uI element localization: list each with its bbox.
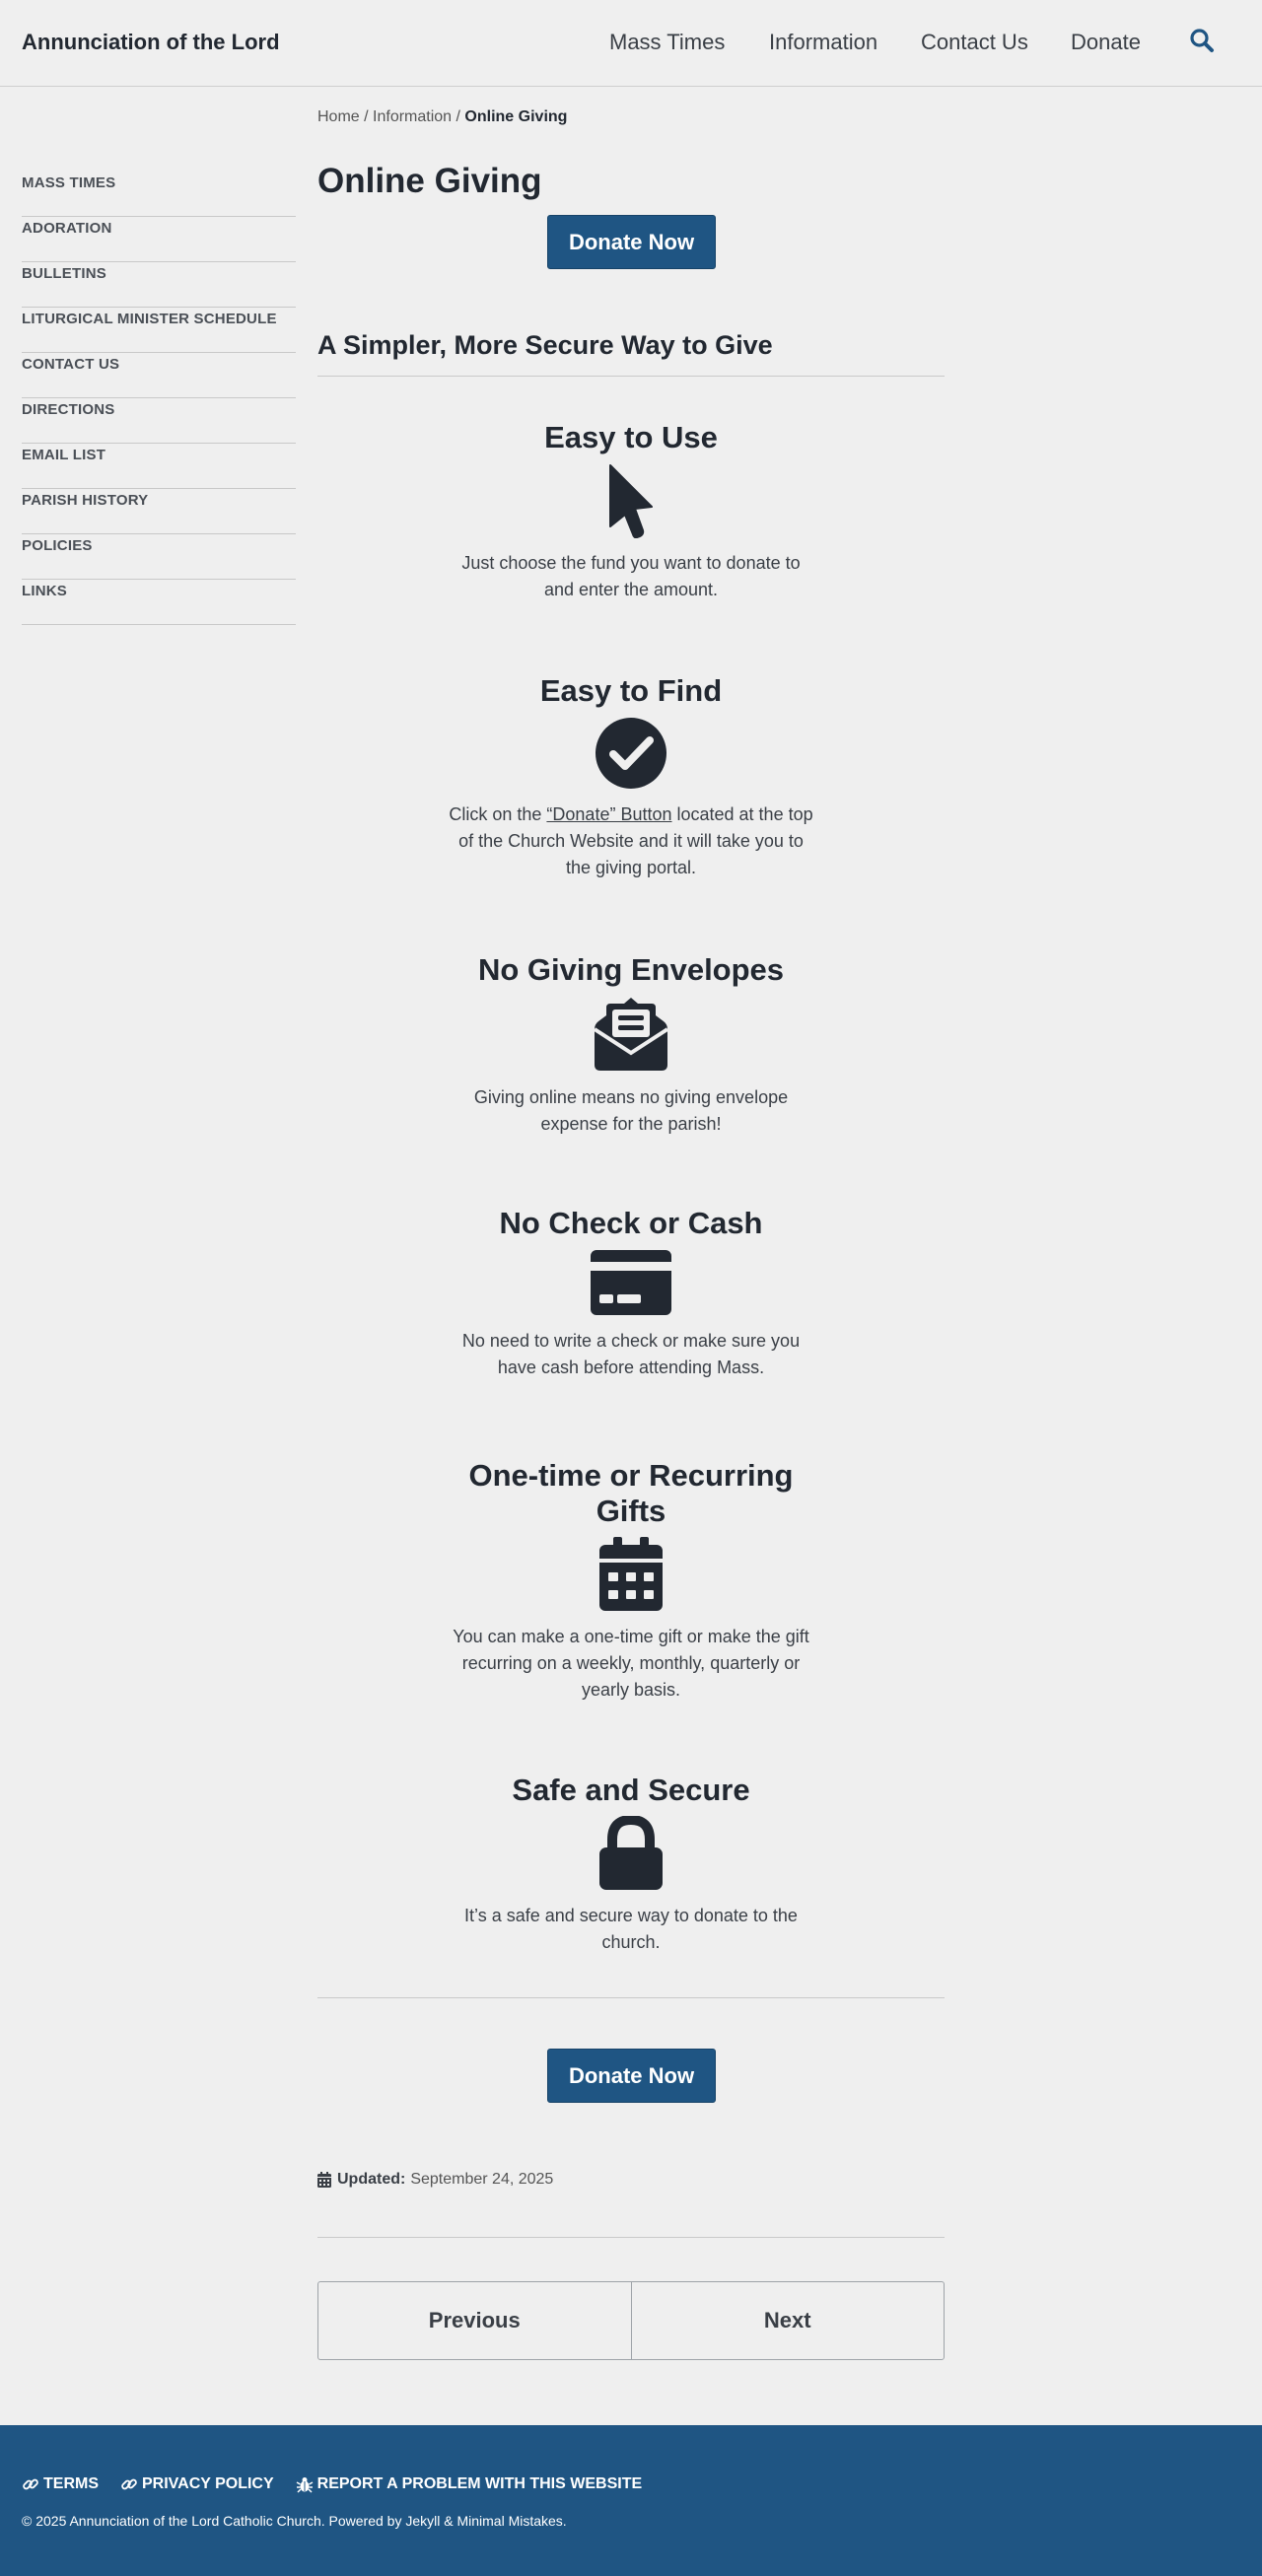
sidebar-item-liturgical-minister-schedule[interactable]: LITURGICAL MINISTER SCHEDULE — [22, 308, 296, 353]
donate-now-button[interactable]: Donate Now — [547, 2049, 716, 2103]
pointer-icon — [609, 464, 653, 538]
feature-easy-to-use: Easy to Use Just choose the fund you wan… — [317, 420, 945, 603]
sidebar-item-label: POLICIES — [22, 537, 93, 554]
feature-no-check-or-cash: No Check or Cash No need to write a chec… — [317, 1206, 945, 1381]
feature-title: Easy to Find — [539, 673, 723, 708]
copyright: © 2025 Annunciation of the Lord Catholic… — [22, 2513, 567, 2529]
feature-text: Click on the “Donate” Button located at … — [449, 801, 813, 881]
calendar-icon — [317, 2172, 331, 2188]
sidebar-nav: MASS TIMES ADORATION BULLETINS LITURGICA… — [22, 172, 296, 625]
page-title: Online Giving — [317, 162, 542, 200]
credit-card-icon — [591, 1250, 671, 1315]
masthead: Annunciation of the Lord Mass Times Info… — [0, 0, 1262, 87]
footer-links: TERMS PRIVACY POLICY REPORT A PROBLEM WI… — [22, 2475, 664, 2493]
nav-item-contact-us[interactable]: Contact Us — [921, 30, 1028, 55]
feature-title: No Giving Envelopes — [477, 952, 785, 987]
footer-link-label: REPORT A PROBLEM WITH THIS WEBSITE — [316, 2475, 643, 2492]
feature-one-time-or-recurring: One-time or Recurring Gifts You can make… — [317, 1458, 945, 1704]
updated-label: Updated: — [337, 2171, 406, 2188]
search-button[interactable] — [1189, 28, 1215, 53]
sidebar-item-label: LITURGICAL MINISTER SCHEDULE — [22, 311, 277, 327]
feature-title: No Check or Cash — [499, 1206, 763, 1240]
section-subtitle: A Simpler, More Secure Way to Give — [317, 330, 773, 360]
donate-now-button[interactable]: Donate Now — [547, 215, 716, 269]
updated-date: September 24, 2025 — [410, 2171, 554, 2188]
feature-text: Just choose the fund you want to donate … — [461, 553, 801, 599]
feature-title: Safe and Secure — [512, 1773, 750, 1807]
feature-text: It’s a safe and secure way to donate to … — [464, 1906, 798, 1952]
envelope-open-icon — [593, 998, 669, 1071]
breadcrumb-separator: / — [452, 108, 465, 125]
lock-icon — [599, 1816, 663, 1890]
nav-item-mass-times[interactable]: Mass Times — [609, 30, 725, 55]
sidebar-item-links[interactable]: LINKS — [22, 580, 296, 625]
link-icon — [23, 2478, 38, 2490]
breadcrumb-home[interactable]: Home — [317, 108, 360, 125]
sidebar-item-label: MASS TIMES — [22, 174, 116, 191]
footer-link-label: TERMS — [43, 2475, 99, 2492]
footer-link-report-problem[interactable]: REPORT A PROBLEM WITH THIS WEBSITE — [296, 2475, 642, 2493]
donate-button-link[interactable]: “Donate” Button — [546, 804, 671, 824]
search-icon — [1190, 29, 1214, 52]
sidebar-item-label: DIRECTIONS — [22, 401, 115, 418]
updated-info: Updated: September 24, 2025 — [317, 2171, 553, 2189]
breadcrumb-information[interactable]: Information — [373, 108, 452, 125]
feature-no-giving-envelopes: No Giving Envelopes Giving online means … — [317, 952, 945, 1138]
breadcrumb-separator: / — [359, 108, 374, 125]
feature-title: One-time or Recurring Gifts — [468, 1458, 794, 1528]
divider — [317, 1997, 945, 1998]
breadcrumb: Home / Information / Online Giving — [317, 108, 567, 126]
nav-item-donate[interactable]: Donate — [1071, 30, 1141, 55]
sidebar-item-contact-us[interactable]: CONTACT US — [22, 353, 296, 398]
pagination: Previous Next — [317, 2281, 945, 2360]
next-button[interactable]: Next — [630, 2282, 945, 2359]
feature-text-part: Click on the — [449, 804, 547, 824]
sidebar-item-email-list[interactable]: EMAIL LIST — [22, 444, 296, 489]
sidebar-item-parish-history[interactable]: PARISH HISTORY — [22, 489, 296, 534]
feature-title: Easy to Use — [544, 420, 718, 454]
sidebar-item-directions[interactable]: DIRECTIONS — [22, 398, 296, 444]
sidebar-item-policies[interactable]: POLICIES — [22, 534, 296, 580]
nav-item-information[interactable]: Information — [769, 30, 877, 55]
footer-link-privacy-policy[interactable]: PRIVACY POLICY — [120, 2475, 274, 2493]
footer-link-label: PRIVACY POLICY — [142, 2475, 274, 2492]
breadcrumb-current: Online Giving — [464, 108, 568, 125]
footer-link-terms[interactable]: TERMS — [22, 2475, 99, 2493]
top-nav: Mass Times Information Contact Us Donate — [0, 30, 1262, 59]
footer: TERMS PRIVACY POLICY REPORT A PROBLEM WI… — [0, 2425, 1262, 2576]
feature-text: You can make a one-time gift or make the… — [453, 1627, 809, 1700]
sidebar-item-label: EMAIL LIST — [22, 447, 106, 463]
calendar-icon — [599, 1537, 663, 1611]
bug-icon — [296, 2477, 314, 2493]
feature-text: Giving online means no giving envelope e… — [473, 1087, 789, 1134]
feature-text: No need to write a check or make sure yo… — [461, 1331, 801, 1377]
feature-safe-and-secure: Safe and Secure It’s a safe and secure w… — [317, 1773, 945, 1956]
sidebar-item-label: BULLETINS — [22, 265, 106, 282]
sidebar-item-label: LINKS — [22, 583, 67, 599]
divider — [317, 2237, 945, 2238]
sidebar-item-mass-times[interactable]: MASS TIMES — [22, 172, 296, 217]
link-icon — [121, 2478, 137, 2490]
sidebar-item-bulletins[interactable]: BULLETINS — [22, 262, 296, 308]
divider — [317, 376, 945, 377]
check-circle-icon — [596, 718, 666, 789]
sidebar-item-label: PARISH HISTORY — [22, 492, 149, 509]
sidebar-item-adoration[interactable]: ADORATION — [22, 217, 296, 262]
sidebar-item-label: CONTACT US — [22, 356, 120, 373]
feature-easy-to-find: Easy to Find Click on the “Donate” Butto… — [317, 673, 945, 881]
sidebar-item-label: ADORATION — [22, 220, 112, 237]
previous-button[interactable]: Previous — [318, 2282, 631, 2359]
